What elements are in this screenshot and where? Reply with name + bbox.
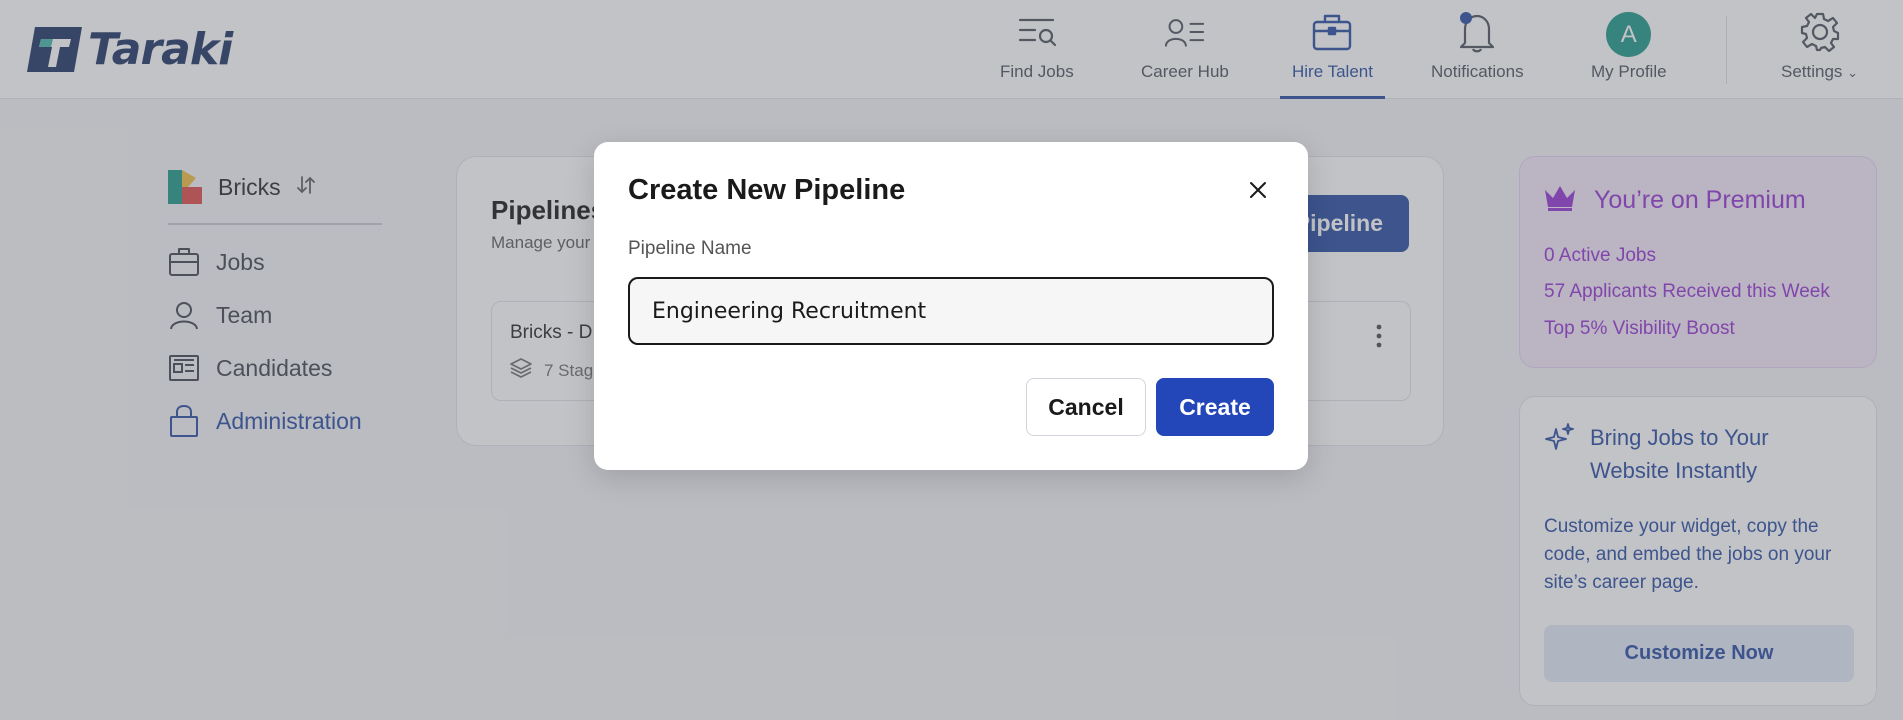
- dialog-title: Create New Pipeline: [628, 174, 906, 206]
- create-button[interactable]: Create: [1156, 378, 1274, 436]
- cancel-button[interactable]: Cancel: [1026, 378, 1146, 436]
- pipeline-name-input[interactable]: [628, 277, 1274, 345]
- pipeline-name-label: Pipeline Name: [628, 238, 752, 259]
- create-pipeline-dialog: Create New Pipeline Pipeline Name Cancel…: [594, 142, 1308, 470]
- close-icon[interactable]: [1242, 174, 1274, 206]
